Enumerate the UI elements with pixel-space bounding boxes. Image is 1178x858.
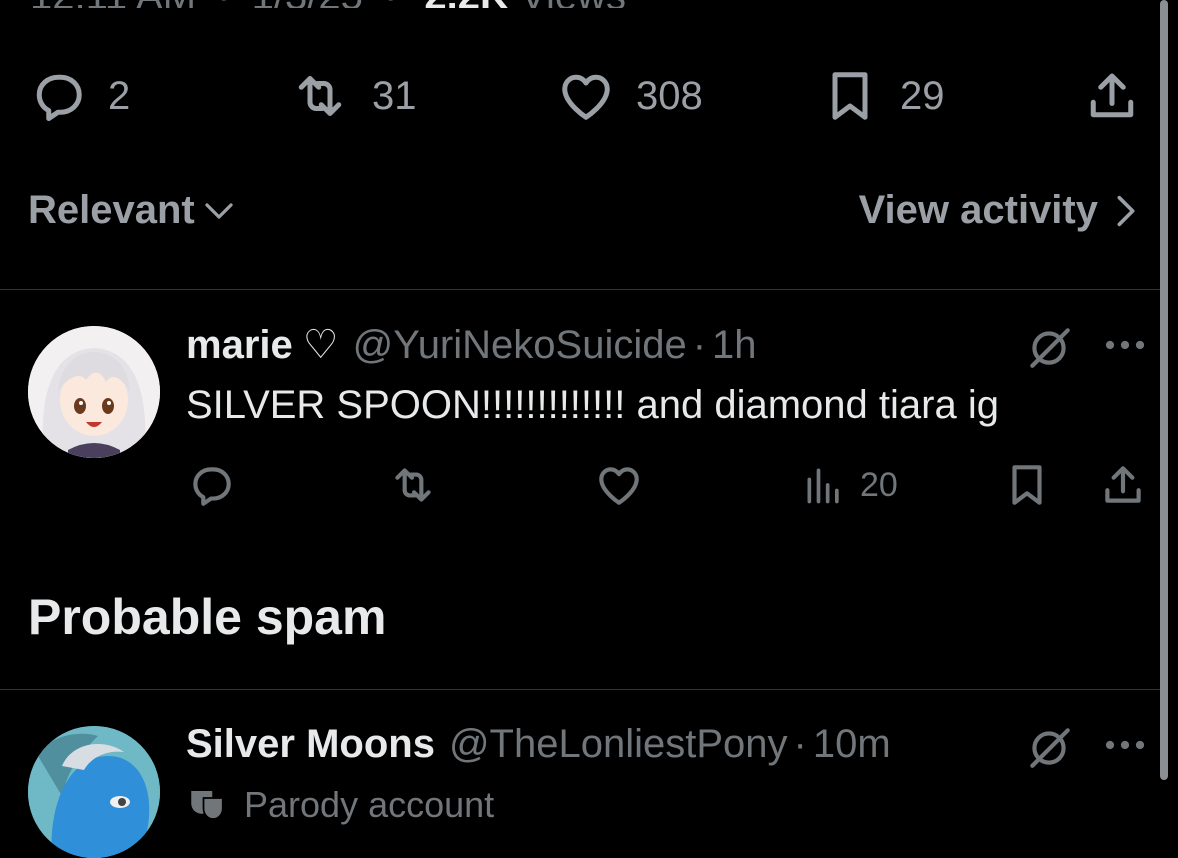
divider [0,689,1160,690]
like-count: 308 [636,73,703,118]
views-button[interactable]: 20 [802,460,898,510]
views-count: 2.2K [424,0,509,8]
avatar[interactable] [28,726,160,858]
share-button[interactable] [1082,66,1142,126]
reply-time[interactable]: 10m [813,722,891,767]
tweet-meta-line: 12:11 AM · 1/3/25 · 2.2K Views [30,0,626,8]
bookmark-icon [1012,465,1042,505]
reply-button[interactable] [186,460,236,510]
bookmark-icon [832,72,868,120]
analytics-icon [807,468,839,504]
chevron-right-icon [1117,195,1135,226]
repost-icon [395,468,431,502]
pony-avatar-icon [28,726,160,858]
bookmark-count: 29 [900,73,945,118]
view-activity-label: View activity [858,188,1098,232]
reply-text: SILVER SPOON!!!!!!!!!!!!! and diamond ti… [186,383,999,427]
user-handle[interactable]: @YuriNekoSuicide [353,323,687,368]
reply-count: 2 [108,73,131,118]
tweet-date: 1/3/25 [252,0,363,8]
heart-icon [599,467,639,505]
reply-icon [36,74,82,121]
scrollbar[interactable] [1160,0,1168,780]
reply-button[interactable]: 2 [28,66,130,126]
avatar[interactable] [28,326,160,458]
more-icon[interactable] [1102,330,1148,360]
tweet-stats-bar: 2 31 308 29 [0,66,1150,126]
reply-icon [193,467,231,506]
views-count: 20 [860,465,898,504]
grok-icon[interactable] [1024,722,1074,772]
section-heading: Probable spam [28,589,387,645]
separator-dot: · [692,323,707,367]
user-handle[interactable]: @TheLonliestPony [449,722,788,767]
share-icon [1090,73,1134,118]
more-icon[interactable] [1102,730,1148,760]
anime-girl-avatar-icon [28,326,160,458]
display-name[interactable]: Silver Moons [186,722,435,767]
heart-emoji: ♡ [302,323,339,367]
bookmark-button[interactable] [1002,460,1052,510]
repost-count: 31 [372,73,417,118]
heart-icon [562,74,610,120]
repost-button[interactable]: 31 [288,66,417,126]
like-button[interactable]: 308 [556,66,703,126]
share-icon [1105,466,1141,503]
reply-actions: 20 [186,460,1146,510]
replies-sort-bar: Relevant View activity [0,188,1150,244]
bookmark-button[interactable]: 29 [820,66,945,126]
view-activity-link[interactable]: View activity [859,188,1140,233]
separator-dot: · [793,722,807,766]
grok-icon[interactable] [1024,322,1074,372]
parody-label: Parody account [186,784,494,826]
tweet-time: 12:11 AM [30,0,196,8]
views-label: Views [520,0,626,8]
repost-button[interactable] [386,460,440,510]
divider [0,289,1160,290]
chevron-down-icon [205,202,233,219]
theater-mask-icon [191,791,224,820]
share-button[interactable] [1098,460,1148,510]
like-button[interactable] [594,460,644,510]
repost-icon [298,76,342,116]
sort-dropdown[interactable]: Relevant [28,188,237,233]
reply-header: marie ♡ @YuriNekoSuicide · 1h [186,322,757,368]
reply-header: Silver Moons @TheLonliestPony · 10m [186,722,891,767]
sort-label: Relevant [28,188,195,232]
display-name[interactable]: marie [186,323,293,368]
parody-text: Parody account [244,784,495,825]
reply-time[interactable]: 1h [712,323,757,368]
